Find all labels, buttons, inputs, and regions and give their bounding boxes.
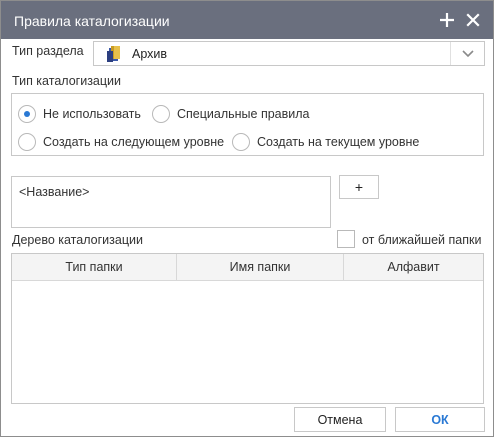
grid-header: Тип папки Имя папки Алфавит [12, 254, 483, 281]
dialog-title: Правила каталогизации [14, 13, 170, 29]
radio-label: Создать на следующем уровне [43, 135, 225, 149]
grid-body[interactable] [12, 281, 483, 403]
radio-not-use[interactable]: Не использовать [18, 105, 141, 123]
name-field[interactable]: <Название> [11, 176, 331, 228]
add-button[interactable]: + [339, 175, 379, 199]
section-type-label: Тип раздела [12, 44, 84, 58]
radio-circle[interactable] [152, 105, 170, 123]
section-type-value: Архив [132, 47, 168, 61]
close-icon[interactable] [461, 7, 485, 33]
radio-label: Создать на текущем уровне [257, 135, 420, 149]
catalog-rules-dialog: Правила каталогизации Тип раздела Архив … [0, 0, 494, 437]
column-header-folder-type[interactable]: Тип папки [12, 254, 177, 280]
from-nearest-folder-label: от ближайшей папки [362, 233, 482, 247]
column-header-folder-name[interactable]: Имя папки [177, 254, 344, 280]
catalog-tree-label: Дерево каталогизации [12, 233, 143, 247]
column-header-alphabet[interactable]: Алфавит [344, 254, 483, 280]
radio-circle[interactable] [18, 133, 36, 151]
radio-circle[interactable] [232, 133, 250, 151]
catalog-tree-grid: Тип папки Имя папки Алфавит [11, 253, 484, 404]
cancel-button[interactable]: Отмена [294, 407, 386, 432]
radio-create-next-level[interactable]: Создать на следующем уровне [18, 133, 224, 151]
dialog-titlebar: Правила каталогизации [1, 1, 493, 39]
radio-circle[interactable] [18, 105, 36, 123]
radio-special-rules[interactable]: Специальные правила [152, 105, 310, 123]
archive-icon [105, 45, 123, 66]
ok-button[interactable]: ОК [395, 407, 485, 432]
plus-icon[interactable] [435, 7, 459, 33]
radio-label: Специальные правила [177, 107, 310, 121]
section-type-select[interactable]: Архив [93, 41, 485, 66]
radio-label: Не использовать [43, 107, 141, 121]
catalog-type-group: Не использовать Специальные правила Созд… [11, 93, 484, 156]
radio-create-current-level[interactable]: Создать на текущем уровне [232, 133, 419, 151]
from-nearest-folder-checkbox[interactable] [337, 230, 355, 248]
catalog-type-label: Тип каталогизации [12, 74, 122, 88]
chevron-down-icon[interactable] [450, 42, 484, 65]
